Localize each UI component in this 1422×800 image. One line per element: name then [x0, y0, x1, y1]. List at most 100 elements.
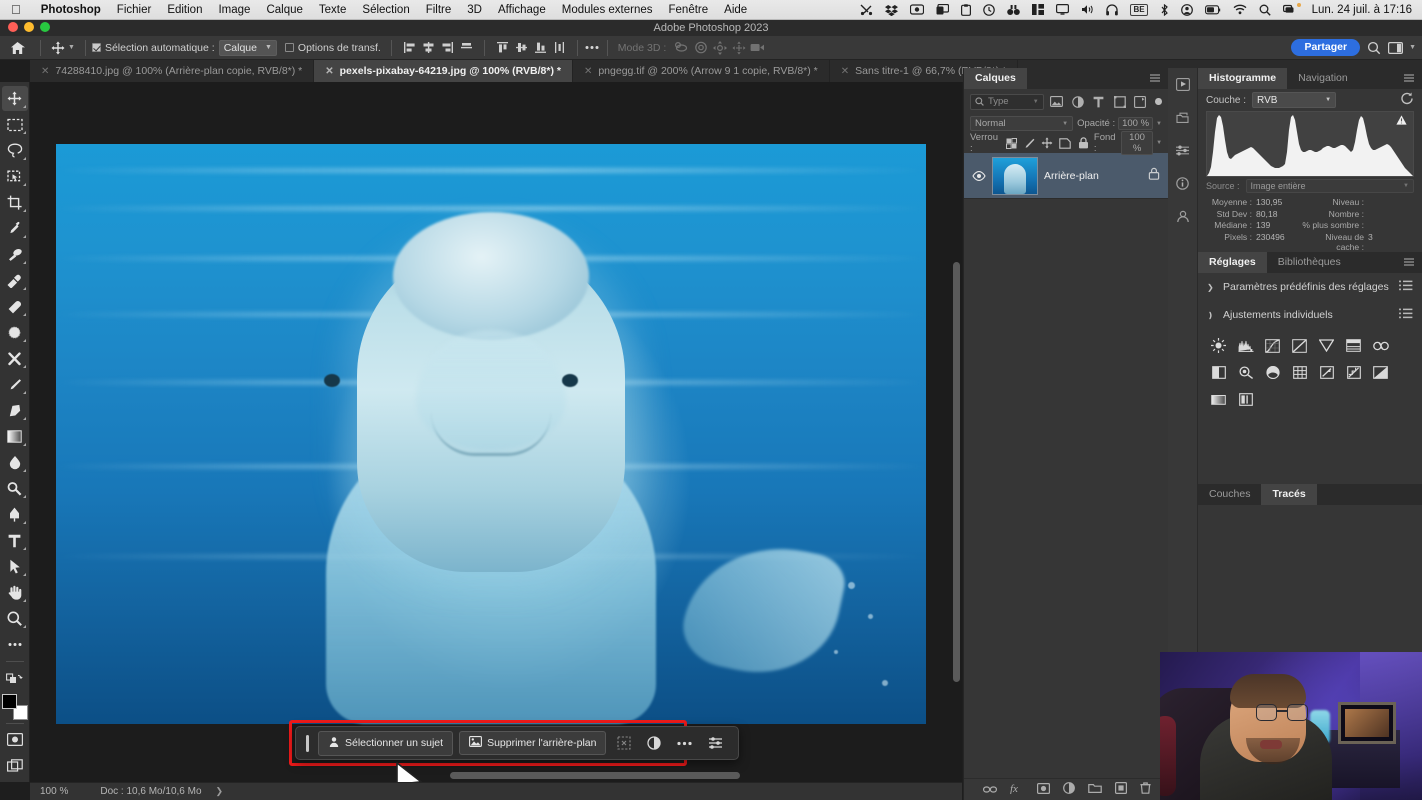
blend-mode-dropdown[interactable]: Normal ▼: [970, 116, 1074, 131]
menu-affichage[interactable]: Affichage: [490, 0, 554, 20]
lock-image-icon[interactable]: [1023, 136, 1037, 151]
lock-transparent-icon[interactable]: [1005, 136, 1019, 151]
path-selection-tool[interactable]: [2, 554, 28, 579]
threshold-icon[interactable]: [1368, 360, 1393, 385]
healing-brush-tool[interactable]: [2, 268, 28, 293]
drag-handle[interactable]: [306, 734, 309, 752]
info-rail-icon[interactable]: [1172, 173, 1194, 193]
layer-filter-dropdown[interactable]: Type ▼: [970, 93, 1044, 110]
channel-dropdown[interactable]: RVB ▼: [1252, 92, 1337, 108]
select-subject-button[interactable]: Sélectionner un sujet: [318, 730, 454, 756]
opacity-control[interactable]: Opacité : 100 % ▼: [1077, 117, 1162, 130]
shape-filter-icon[interactable]: [1112, 94, 1128, 110]
camera-3d-icon[interactable]: [749, 39, 766, 56]
eyedropper-tool[interactable]: [2, 216, 28, 241]
lock-icon[interactable]: [1148, 167, 1160, 185]
document-tab-2[interactable]: ✕ pngegg.tif @ 200% (Arrow 9 1 copie, RV…: [572, 60, 830, 82]
photo-filter-icon[interactable]: [1233, 360, 1258, 385]
exposure-icon[interactable]: [1287, 333, 1312, 358]
headphones-icon[interactable]: [1100, 3, 1124, 16]
menu-filtre[interactable]: Filtre: [418, 0, 460, 20]
canvas-horizontal-scrollbar[interactable]: [450, 772, 740, 779]
close-icon[interactable]: ✕: [841, 66, 849, 77]
align-left-icon[interactable]: [401, 39, 418, 56]
distribute-vertical-icon[interactable]: [551, 39, 568, 56]
delete-layer-icon[interactable]: [1139, 781, 1151, 799]
volume-icon[interactable]: [1075, 4, 1100, 15]
panel-menu-icon[interactable]: [1149, 70, 1168, 88]
menu-photoshop[interactable]: Photoshop: [33, 0, 109, 20]
panel-menu-icon[interactable]: [1403, 70, 1422, 88]
current-tool-move[interactable]: ▼: [47, 41, 79, 55]
chevron-down-icon[interactable]: ❫: [1207, 311, 1215, 320]
tab-navigation[interactable]: Navigation: [1287, 68, 1359, 89]
document-tab-0[interactable]: ✕ 74288410.jpg @ 100% (Arrière-plan copi…: [30, 60, 315, 82]
edit-toolbar-tool[interactable]: [2, 632, 28, 657]
user-circle-icon[interactable]: [1175, 3, 1199, 16]
align-middle-icon[interactable]: [458, 39, 475, 56]
tab-calques[interactable]: Calques: [964, 68, 1027, 89]
align-right-icon[interactable]: [439, 39, 456, 56]
menu-edition[interactable]: Edition: [159, 0, 210, 20]
canvas-vertical-scrollbar[interactable]: [953, 262, 960, 682]
rectangular-marquee-tool[interactable]: [2, 112, 28, 137]
clone-stamp-tool[interactable]: [2, 346, 28, 371]
align-center-h-icon[interactable]: [420, 39, 437, 56]
binoculars-icon[interactable]: [1001, 4, 1026, 16]
smart-object-filter-icon[interactable]: [1133, 94, 1149, 110]
dodge-tool[interactable]: [2, 476, 28, 501]
zoom-level[interactable]: 100 %: [30, 786, 78, 797]
brush-tool[interactable]: [2, 320, 28, 345]
refresh-icon[interactable]: [1400, 92, 1414, 108]
chevron-right-icon[interactable]: ❯: [202, 786, 224, 797]
adjustment-filter-icon[interactable]: [1070, 94, 1086, 110]
history-brush-tool[interactable]: [2, 372, 28, 397]
tab-bibliotheques[interactable]: Bibliothèques: [1267, 252, 1352, 273]
search-icon[interactable]: [1365, 39, 1382, 56]
section-presets[interactable]: ❯ Paramètres prédéfinis des réglages: [1198, 273, 1422, 301]
foreground-color-swatch[interactable]: [1, 694, 17, 709]
list-icon[interactable]: [1399, 307, 1413, 323]
source-dropdown[interactable]: Image entière ▼: [1245, 179, 1414, 193]
color-balance-icon[interactable]: [1368, 333, 1393, 358]
pan-3d-icon[interactable]: [711, 39, 728, 56]
canvas-area[interactable]: Sélectionner un sujet Supprimer l'arrièr…: [30, 82, 962, 782]
move-tool[interactable]: [1, 86, 28, 111]
ellipsis-icon[interactable]: [672, 741, 697, 746]
dolphin-photo[interactable]: [56, 144, 926, 724]
posterize-icon[interactable]: [1341, 360, 1366, 385]
lasso-tool[interactable]: [2, 138, 28, 163]
pen-tool[interactable]: [2, 502, 28, 527]
cloud-documents-icon[interactable]: [1172, 107, 1194, 127]
remove-background-button[interactable]: Supprimer l'arrière-plan: [459, 731, 607, 755]
stats-icon[interactable]: [1026, 4, 1050, 15]
menu-modules-externes[interactable]: Modules externes: [554, 0, 661, 20]
quick-mask-icon[interactable]: [2, 727, 28, 752]
transform-controls-checkbox[interactable]: [284, 43, 294, 52]
home-icon[interactable]: [0, 41, 34, 55]
libraries-rail-icon[interactable]: [1172, 206, 1194, 226]
type-tool[interactable]: [2, 528, 28, 553]
close-button[interactable]: [8, 22, 18, 32]
vibrance-icon[interactable]: [1314, 333, 1339, 358]
ellipsis-icon[interactable]: [584, 39, 601, 56]
bluetooth-icon[interactable]: [1154, 3, 1175, 16]
list-icon[interactable]: [1399, 279, 1413, 295]
chevron-down-icon[interactable]: ▼: [1409, 44, 1416, 51]
channel-mixer-icon[interactable]: [1260, 360, 1285, 385]
sliders-icon[interactable]: [703, 736, 728, 750]
color-swatches[interactable]: [1, 694, 28, 720]
wifi-icon[interactable]: [1227, 4, 1253, 15]
type-filter-icon[interactable]: [1091, 94, 1107, 110]
adjustments-rail-icon[interactable]: [1172, 140, 1194, 160]
menu-fichier[interactable]: Fichier: [109, 0, 160, 20]
object-selection-tool[interactable]: [2, 164, 28, 189]
screen-mode-icon[interactable]: [2, 753, 28, 778]
curves-icon[interactable]: [1260, 333, 1285, 358]
zoom-button[interactable]: [40, 22, 50, 32]
airplay-icon[interactable]: [930, 4, 955, 15]
slide-3d-icon[interactable]: [730, 39, 747, 56]
battery-icon[interactable]: [1199, 4, 1227, 15]
tab-traces[interactable]: Tracés: [1261, 484, 1317, 505]
chevron-right-icon[interactable]: ❯: [1207, 283, 1215, 292]
